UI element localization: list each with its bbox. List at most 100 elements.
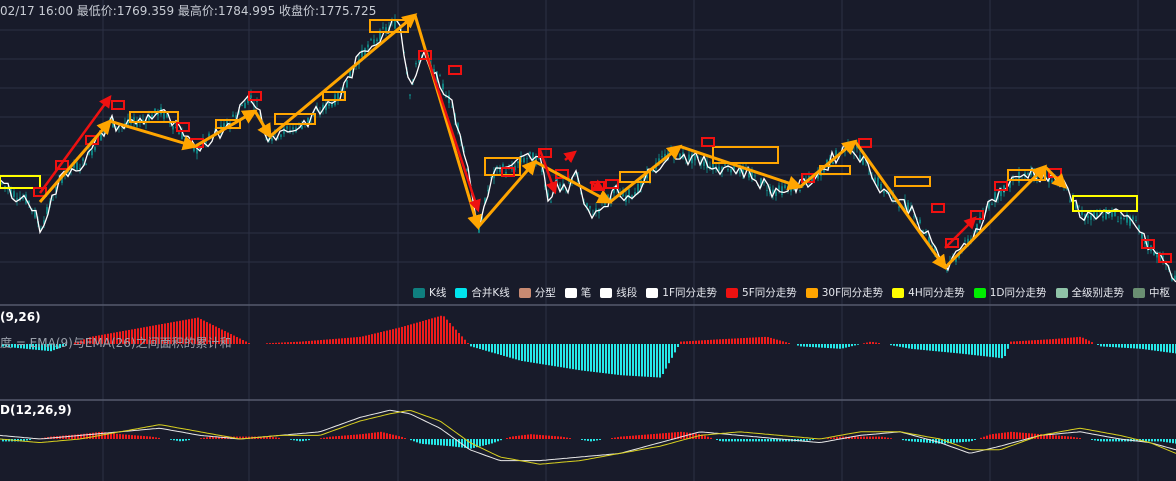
legend-item[interactable]: 30F同分走势 <box>805 285 883 300</box>
macd-bar <box>1103 439 1105 442</box>
kline-body <box>448 95 450 104</box>
area-bar <box>359 336 361 344</box>
area-bar <box>575 344 577 370</box>
area-bar <box>659 344 661 378</box>
macd-bar <box>725 439 727 442</box>
kline-body <box>16 198 18 200</box>
macd-bar <box>623 436 625 439</box>
legend-label: 线段 <box>616 287 638 299</box>
area-bar <box>728 338 730 344</box>
legend-item[interactable]: 笔 <box>564 285 592 300</box>
area-bar <box>845 344 847 348</box>
kline-body <box>988 203 990 209</box>
macd-bar <box>497 439 499 442</box>
legend-label: 笔 <box>580 287 592 299</box>
legend-item[interactable]: 线段 <box>600 285 637 300</box>
area-bar <box>437 316 439 344</box>
kline-body <box>994 192 996 202</box>
area-bar <box>797 344 799 346</box>
legend-item[interactable]: K线 <box>413 285 446 300</box>
area-bar <box>365 335 367 344</box>
macd-bar <box>1022 432 1024 439</box>
kline-body <box>187 140 189 143</box>
macd-bar <box>1172 439 1174 444</box>
kline-body <box>1060 178 1062 180</box>
area-bar <box>848 344 850 347</box>
kline-body <box>1111 212 1113 217</box>
area-bar <box>269 343 271 344</box>
macd-bar <box>890 438 892 439</box>
kline-body <box>526 158 528 160</box>
kline-body <box>1135 220 1137 222</box>
area-bar <box>389 329 391 344</box>
area-bar <box>767 337 769 344</box>
area-bar <box>1124 344 1126 348</box>
area-bar <box>824 344 826 348</box>
area-bar <box>686 341 688 344</box>
macd-bar <box>1049 434 1051 439</box>
macd-bar <box>515 436 517 439</box>
macd-bar <box>1160 439 1162 442</box>
area-bar <box>1097 344 1099 345</box>
macd-bar <box>137 435 139 439</box>
kline-body <box>286 126 288 129</box>
area-bar <box>776 339 778 344</box>
macd-bar <box>449 439 451 447</box>
macd-bar <box>557 436 559 439</box>
kline-body <box>328 102 330 106</box>
legend-item[interactable]: 合并K线 <box>455 285 510 300</box>
legend-item[interactable]: 5F同分走势 <box>726 285 797 300</box>
legend-item[interactable]: 1F同分走势 <box>646 285 717 300</box>
macd-bar <box>953 439 955 443</box>
legend-item[interactable]: 1D同分走势 <box>973 285 1047 300</box>
macd-bar <box>401 436 403 439</box>
area-bar <box>1160 344 1162 352</box>
macd-bar <box>902 439 904 441</box>
area-bar <box>323 339 325 344</box>
area-bar <box>701 340 703 344</box>
area-bar <box>1100 344 1102 347</box>
macd-bar <box>389 433 391 439</box>
legend-item[interactable]: 4H同分走势 <box>892 285 965 300</box>
area-bar <box>563 344 565 368</box>
area-bar <box>581 344 583 371</box>
macd-bar <box>662 433 664 439</box>
macd-bar <box>665 433 667 439</box>
area-bar <box>1130 344 1132 349</box>
kline-body <box>781 186 783 195</box>
area-bar <box>644 344 646 377</box>
area-bar <box>542 344 544 365</box>
area-bar <box>920 344 922 350</box>
area-bar <box>779 340 781 344</box>
macd-bar <box>272 436 274 439</box>
kline-body <box>523 158 525 163</box>
area-bar <box>671 344 673 358</box>
legend-item[interactable]: 分型 <box>518 285 556 300</box>
kline-body <box>778 185 780 190</box>
area-bar <box>1082 337 1084 344</box>
macd-bar <box>113 433 115 439</box>
macd-bar <box>350 435 352 439</box>
area-bar <box>518 344 520 361</box>
area-bar <box>1019 341 1021 344</box>
legend-item[interactable]: 中枢 <box>1133 285 1170 300</box>
area-bar <box>566 344 568 369</box>
macd-bar <box>374 432 376 439</box>
macd-bar <box>320 438 322 439</box>
area-bar <box>416 322 418 344</box>
area-bar <box>740 338 742 344</box>
area-bar <box>866 342 868 344</box>
macd-bar <box>293 439 295 441</box>
kline-body <box>256 100 258 102</box>
area-bar <box>236 337 238 344</box>
legend-item[interactable]: 全级别走势 <box>1055 285 1124 300</box>
macd-bar <box>383 432 385 439</box>
area-bar <box>716 339 718 344</box>
area-bar <box>1025 340 1027 344</box>
area-bar <box>704 340 706 344</box>
macd-bar <box>863 436 865 439</box>
macd-bar <box>179 439 181 442</box>
fractal-mark <box>931 203 945 213</box>
area-bar <box>1034 340 1036 344</box>
area-bar <box>692 340 694 344</box>
